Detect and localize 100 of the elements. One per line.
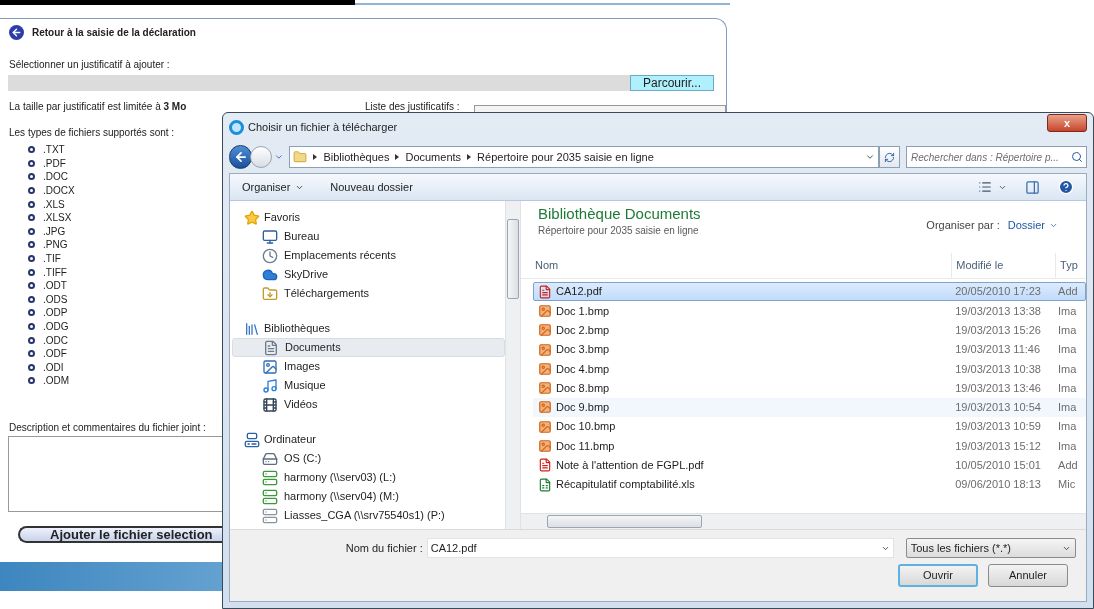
nav-item[interactable]: Vidéos bbox=[232, 395, 505, 414]
image-file-icon bbox=[538, 400, 552, 415]
file-type: .DOC bbox=[43, 170, 68, 185]
file-type: .ODF bbox=[43, 347, 67, 362]
column-header[interactable]: Typ bbox=[1056, 253, 1086, 278]
network-drive-icon bbox=[262, 507, 278, 524]
file-row[interactable]: Doc 1.bmp 19/03/2013 13:38 Ima bbox=[533, 301, 1086, 321]
filename-field[interactable]: CA12.pdf bbox=[426, 538, 894, 558]
file-row[interactable]: Doc 4.bmp 19/03/2013 10:38 Ima bbox=[533, 359, 1086, 379]
nav-item[interactable]: Bureau bbox=[232, 227, 505, 246]
file-type: Ima bbox=[1057, 342, 1078, 358]
file-row[interactable]: Doc 3.bmp 19/03/2013 11:46 Ima bbox=[533, 339, 1086, 360]
modified-date: 19/03/2013 11:46 bbox=[954, 342, 1042, 358]
file-type: .ODT bbox=[43, 279, 67, 294]
clock-icon bbox=[262, 247, 278, 264]
nav-item[interactable]: harmony (\\serv03) (L:) bbox=[232, 468, 505, 487]
file-row[interactable]: CA12.pdf 20/05/2010 17:23 Add bbox=[533, 282, 1086, 302]
file-row[interactable]: Doc 8.bmp 19/03/2013 13:46 Ima bbox=[533, 378, 1086, 398]
file-type: .XLS bbox=[43, 197, 65, 212]
folder-download-icon bbox=[262, 285, 278, 302]
breadcrumb-item[interactable]: Répertoire pour 2035 saisie en ligne bbox=[477, 148, 654, 166]
preview-pane-icon[interactable] bbox=[1025, 179, 1040, 195]
image-file-icon bbox=[538, 342, 552, 357]
help-icon[interactable] bbox=[1058, 179, 1074, 195]
horizontal-scrollbar[interactable] bbox=[521, 513, 1086, 529]
file-type: .ODG bbox=[43, 320, 69, 334]
nav-group[interactable]: Favoris bbox=[232, 208, 505, 227]
bullet-icon bbox=[28, 323, 35, 330]
view-list-icon[interactable] bbox=[978, 180, 992, 194]
file-type: .TIF bbox=[43, 252, 61, 267]
file-row[interactable]: Doc 10.bmp 19/03/2013 10:59 Ima bbox=[533, 417, 1086, 437]
image-file-icon bbox=[538, 419, 552, 434]
file-type: .JPG bbox=[43, 224, 66, 239]
file-type-filter[interactable]: Tous les fichiers (*.*) bbox=[905, 538, 1076, 558]
library-icon bbox=[244, 320, 260, 337]
file-row[interactable]: Doc 11.bmp 19/03/2013 15:12 Ima bbox=[533, 436, 1086, 456]
file-type: .DOCX bbox=[43, 184, 75, 199]
back-arrow-icon bbox=[233, 150, 248, 164]
file-type: Ima bbox=[1057, 323, 1078, 338]
file-path-field[interactable]: Parcourir... bbox=[8, 75, 714, 91]
image-file-icon bbox=[538, 303, 552, 318]
computer-icon bbox=[244, 431, 260, 448]
file-type: .ODS bbox=[43, 292, 68, 307]
back-button[interactable] bbox=[229, 145, 253, 169]
search-field[interactable]: Rechercher dans : Répertoire p... bbox=[906, 146, 1087, 168]
nav-group[interactable]: Ordinateur bbox=[232, 430, 505, 449]
nav-item[interactable]: SkyDrive bbox=[232, 265, 505, 284]
back-link[interactable]: Retour à la saisie de la déclaration bbox=[32, 25, 196, 40]
size-note: La taille par justificatif est limitée à 3 Mo bbox=[9, 100, 188, 114]
caret-icon[interactable] bbox=[864, 152, 875, 162]
address-bar[interactable]: Bibliothèques Documents Répertoire pour 2035 saisie en ligne bbox=[289, 146, 879, 168]
nav-item[interactable]: Documents bbox=[232, 338, 505, 357]
file-type: Mic bbox=[1057, 477, 1077, 493]
column-header[interactable]: Modifié le bbox=[952, 253, 1057, 278]
browse-button[interactable]: Parcourir... bbox=[630, 75, 714, 91]
bullet-icon bbox=[28, 282, 35, 290]
file-type: .ODM bbox=[43, 374, 70, 389]
nav-item[interactable]: Emplacements récents bbox=[232, 246, 505, 265]
search-icon bbox=[1071, 151, 1083, 163]
arrange-dropdown[interactable]: Dossier bbox=[1007, 217, 1058, 234]
nav-item[interactable]: Téléchargements bbox=[232, 284, 505, 303]
file-type: .ODC bbox=[43, 333, 68, 348]
bullet-icon bbox=[28, 336, 35, 344]
file-type: .PDF bbox=[43, 156, 66, 171]
nav-item[interactable]: harmony (\\serv04) (M:) bbox=[232, 487, 505, 506]
modified-date: 19/03/2013 10:59 bbox=[954, 419, 1042, 435]
filename-label: Nom du fichier : bbox=[344, 540, 423, 556]
file-row[interactable]: Note à l'attention de FGPL.pdf 10/05/2010 15:01 Add bbox=[533, 455, 1086, 475]
nav-group[interactable]: Bibliothèques bbox=[232, 319, 505, 338]
image-file-icon bbox=[538, 381, 552, 396]
caret-icon[interactable] bbox=[880, 544, 890, 553]
column-header[interactable]: Nom bbox=[521, 253, 953, 278]
nav-item[interactable]: Images bbox=[232, 357, 505, 376]
image-file-icon bbox=[538, 323, 552, 338]
dialog-button[interactable]: Annuler bbox=[988, 564, 1068, 587]
nav-item[interactable]: OS (C:) bbox=[232, 449, 505, 468]
image-icon bbox=[262, 358, 278, 375]
file-type: Ima bbox=[1057, 438, 1078, 454]
pdf-file-icon bbox=[538, 458, 552, 473]
nav-item[interactable]: Liasses_CGA (\\srv75540s1) (P:) bbox=[232, 506, 505, 525]
bullet-icon bbox=[28, 295, 35, 303]
breadcrumb-item[interactable]: Bibliothèques bbox=[323, 148, 390, 166]
nav-item[interactable]: Musique bbox=[232, 376, 505, 395]
new-folder-button[interactable]: Nouveau dossier bbox=[330, 178, 413, 196]
file-row[interactable]: Récapitulatif comptabilité.xls 09/06/2010 18:13 Mic bbox=[533, 474, 1086, 495]
refresh-button[interactable] bbox=[878, 146, 900, 168]
organize-menu[interactable]: Organiser bbox=[242, 178, 305, 196]
modified-date: 19/03/2013 15:12 bbox=[954, 438, 1042, 454]
file-row[interactable]: Doc 2.bmp 19/03/2013 15:26 Ima bbox=[533, 320, 1086, 340]
network-drive-icon bbox=[262, 469, 278, 486]
file-type: .TXT bbox=[43, 143, 65, 158]
dialog-button[interactable]: Ouvrir bbox=[898, 564, 978, 587]
modified-date: 09/06/2010 18:13 bbox=[954, 477, 1042, 493]
history-caret-icon[interactable] bbox=[273, 152, 284, 162]
vertical-scrollbar[interactable] bbox=[505, 201, 521, 529]
file-row[interactable]: Doc 9.bmp 19/03/2013 10:54 Ima bbox=[533, 397, 1086, 418]
bullet-icon bbox=[28, 377, 35, 385]
refresh-icon bbox=[883, 151, 895, 163]
bullet-icon bbox=[28, 173, 35, 181]
breadcrumb-item[interactable]: Documents bbox=[405, 148, 462, 166]
